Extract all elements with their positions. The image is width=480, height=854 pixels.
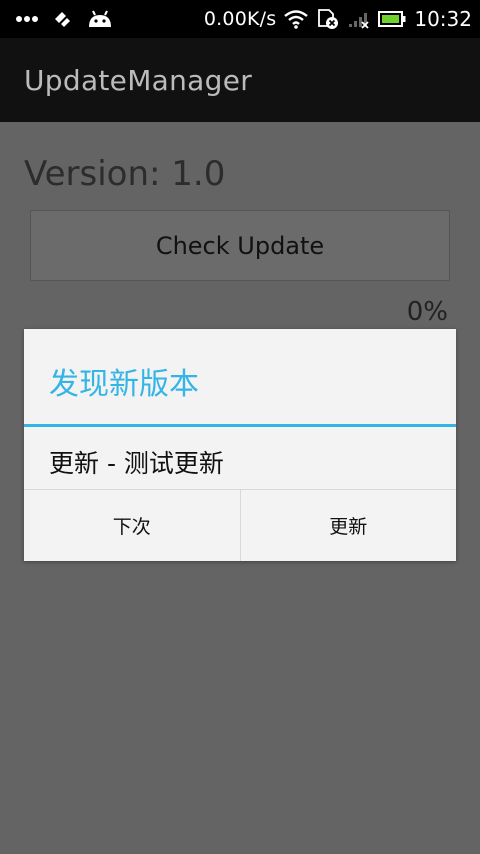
status-bar-right: 0.00K/s 10:32 [204,0,472,38]
more-dots-icon [16,15,38,23]
check-update-button[interactable]: Check Update [30,210,450,281]
wifi-icon [284,9,309,29]
dialog-title-divider [24,424,456,427]
android-icon [86,9,114,29]
status-bar-left [16,0,114,38]
usb-debug-icon [52,9,72,29]
dialog-button-bar: 下次 更新 [24,489,456,561]
signal-icon [348,9,370,29]
update-button[interactable]: 更新 [239,490,456,561]
sd-card-error-icon [316,8,340,30]
battery-icon [378,10,406,28]
dialog-title: 发现新版本 [49,367,199,402]
action-bar: UpdateManager [0,38,480,122]
progress-percent: 0% [406,297,448,327]
network-speed: 0.00K/s [203,8,277,30]
status-bar: 0.00K/s 10:32 [0,0,480,38]
app-title: UpdateManager [24,64,253,97]
dialog-message: 更新 - 测试更新 [49,449,224,478]
update-dialog: 发现新版本 更新 - 测试更新 下次 更新 [24,329,456,561]
clock: 10:32 [414,7,472,31]
version-label: Version: 1.0 [24,154,226,194]
later-button[interactable]: 下次 [24,490,240,561]
